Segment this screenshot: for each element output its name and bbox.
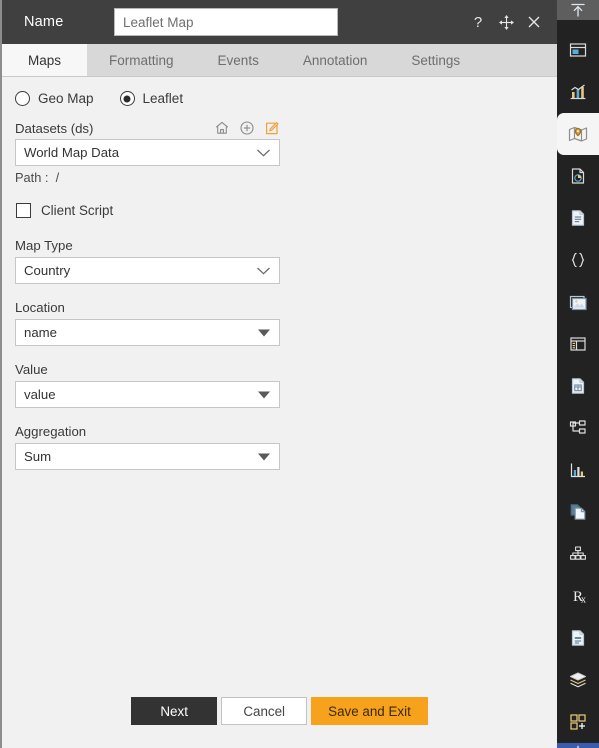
checkbox-box-icon	[16, 203, 31, 218]
curly-braces-icon[interactable]	[557, 239, 599, 281]
caret-down-icon	[258, 391, 270, 398]
layers-stack-icon[interactable]	[557, 659, 599, 701]
aggregation-group: Aggregation Sum	[15, 424, 557, 470]
radio-leaflet-label: Leaflet	[142, 91, 184, 106]
datasets-label-row: Datasets (ds)	[15, 120, 280, 136]
name-label: Name	[24, 14, 64, 30]
radio-leaflet[interactable]: Leaflet	[119, 91, 184, 106]
aggregation-label: Aggregation	[15, 424, 87, 439]
copy-pages-icon[interactable]	[557, 491, 599, 533]
tab-formatting[interactable]: Formatting	[87, 44, 196, 76]
path-label: Path :	[15, 170, 49, 185]
map-type-label: Map Type	[15, 238, 73, 253]
svg-text:?: ?	[474, 14, 482, 30]
tree-hierarchy-icon[interactable]	[557, 407, 599, 449]
tab-strip: Maps Formatting Events Annotation Settin…	[2, 44, 557, 77]
aggregation-select[interactable]: Sum	[15, 443, 280, 470]
right-toolbar: R x	[557, 0, 599, 748]
dialog-titlebar: Name ?	[2, 0, 557, 44]
map-type-value: Country	[24, 263, 71, 278]
svg-text:x: x	[581, 595, 586, 606]
map-type-group: Map Type Country	[15, 238, 557, 284]
collapse-up-icon[interactable]	[557, 0, 599, 20]
document-lines-icon[interactable]	[557, 617, 599, 659]
dialog-panel: Name ?	[0, 0, 557, 748]
caret-down-icon	[258, 329, 270, 336]
dataset-path: Path : /	[15, 170, 557, 185]
location-label: Location	[15, 300, 65, 315]
location-select[interactable]: name	[15, 319, 280, 346]
table-layout-icon[interactable]	[557, 323, 599, 365]
image-icon[interactable]	[557, 281, 599, 323]
path-value: /	[55, 170, 60, 185]
document-chart-icon[interactable]	[557, 155, 599, 197]
question-mark-icon[interactable]: ?	[469, 13, 487, 31]
chevron-down-icon	[256, 148, 271, 157]
map-engine-radio-group: Geo Map Leaflet	[15, 91, 557, 106]
window-panel-icon[interactable]	[557, 29, 599, 71]
location-value: name	[24, 325, 57, 340]
download-icon[interactable]	[557, 743, 599, 748]
edit-pencil-icon[interactable]	[264, 120, 280, 136]
text-document-icon[interactable]	[557, 197, 599, 239]
value-group: Value value	[15, 362, 557, 408]
datasets-label: Datasets (ds)	[15, 120, 94, 136]
spreadsheet-icon[interactable]	[557, 365, 599, 407]
close-icon[interactable]	[525, 13, 543, 31]
map-pin-icon[interactable]	[557, 113, 599, 155]
titlebar-actions: ?	[469, 13, 547, 31]
maps-tab-panel: Geo Map Leaflet Datasets (ds) World Map …	[2, 77, 557, 682]
add-circle-icon[interactable]	[239, 120, 255, 136]
value-select[interactable]: value	[15, 381, 280, 408]
tab-annotation[interactable]: Annotation	[281, 44, 390, 76]
save-and-exit-button[interactable]: Save and Exit	[311, 697, 428, 725]
value-label: Value	[15, 362, 48, 377]
cancel-button[interactable]: Cancel	[221, 697, 308, 725]
datasets-group: Datasets (ds) World Map Data Path: /	[15, 120, 557, 185]
leaflet-map-widget-dialog: Name ?	[0, 0, 599, 748]
tab-maps[interactable]: Maps	[2, 44, 88, 76]
client-script-checkbox[interactable]: Client Script	[16, 203, 557, 218]
datasets-value: World Map Data	[24, 145, 120, 160]
tab-events[interactable]: Events	[196, 44, 281, 76]
value-value: value	[24, 387, 56, 402]
move-cross-icon[interactable]	[497, 13, 515, 31]
aggregation-value: Sum	[24, 449, 52, 464]
add-widget-icon[interactable]	[557, 701, 599, 743]
radio-circle-icon	[15, 91, 30, 106]
radio-geo-map-label: Geo Map	[38, 91, 94, 106]
bar-chart-icon[interactable]	[557, 449, 599, 491]
radio-geo-map[interactable]: Geo Map	[15, 91, 94, 106]
home-icon[interactable]	[214, 120, 230, 136]
caret-down-icon	[258, 453, 270, 460]
location-group: Location name	[15, 300, 557, 346]
widget-name-input[interactable]	[114, 8, 338, 36]
datasets-actions	[214, 120, 280, 136]
org-chart-icon[interactable]	[557, 533, 599, 575]
chart-analytics-icon[interactable]	[557, 71, 599, 113]
dialog-footer: Next Cancel Save and Exit	[2, 682, 557, 748]
next-button[interactable]: Next	[131, 697, 218, 725]
tab-settings[interactable]: Settings	[389, 44, 482, 76]
client-script-label: Client Script	[41, 203, 114, 218]
radio-circle-selected-icon	[119, 91, 135, 106]
rail-icon-list: R x	[557, 20, 599, 743]
prescription-rx-icon[interactable]: R x	[557, 575, 599, 617]
map-type-select[interactable]: Country	[15, 257, 280, 284]
chevron-down-icon	[256, 266, 271, 275]
datasets-select[interactable]: World Map Data	[15, 139, 280, 166]
